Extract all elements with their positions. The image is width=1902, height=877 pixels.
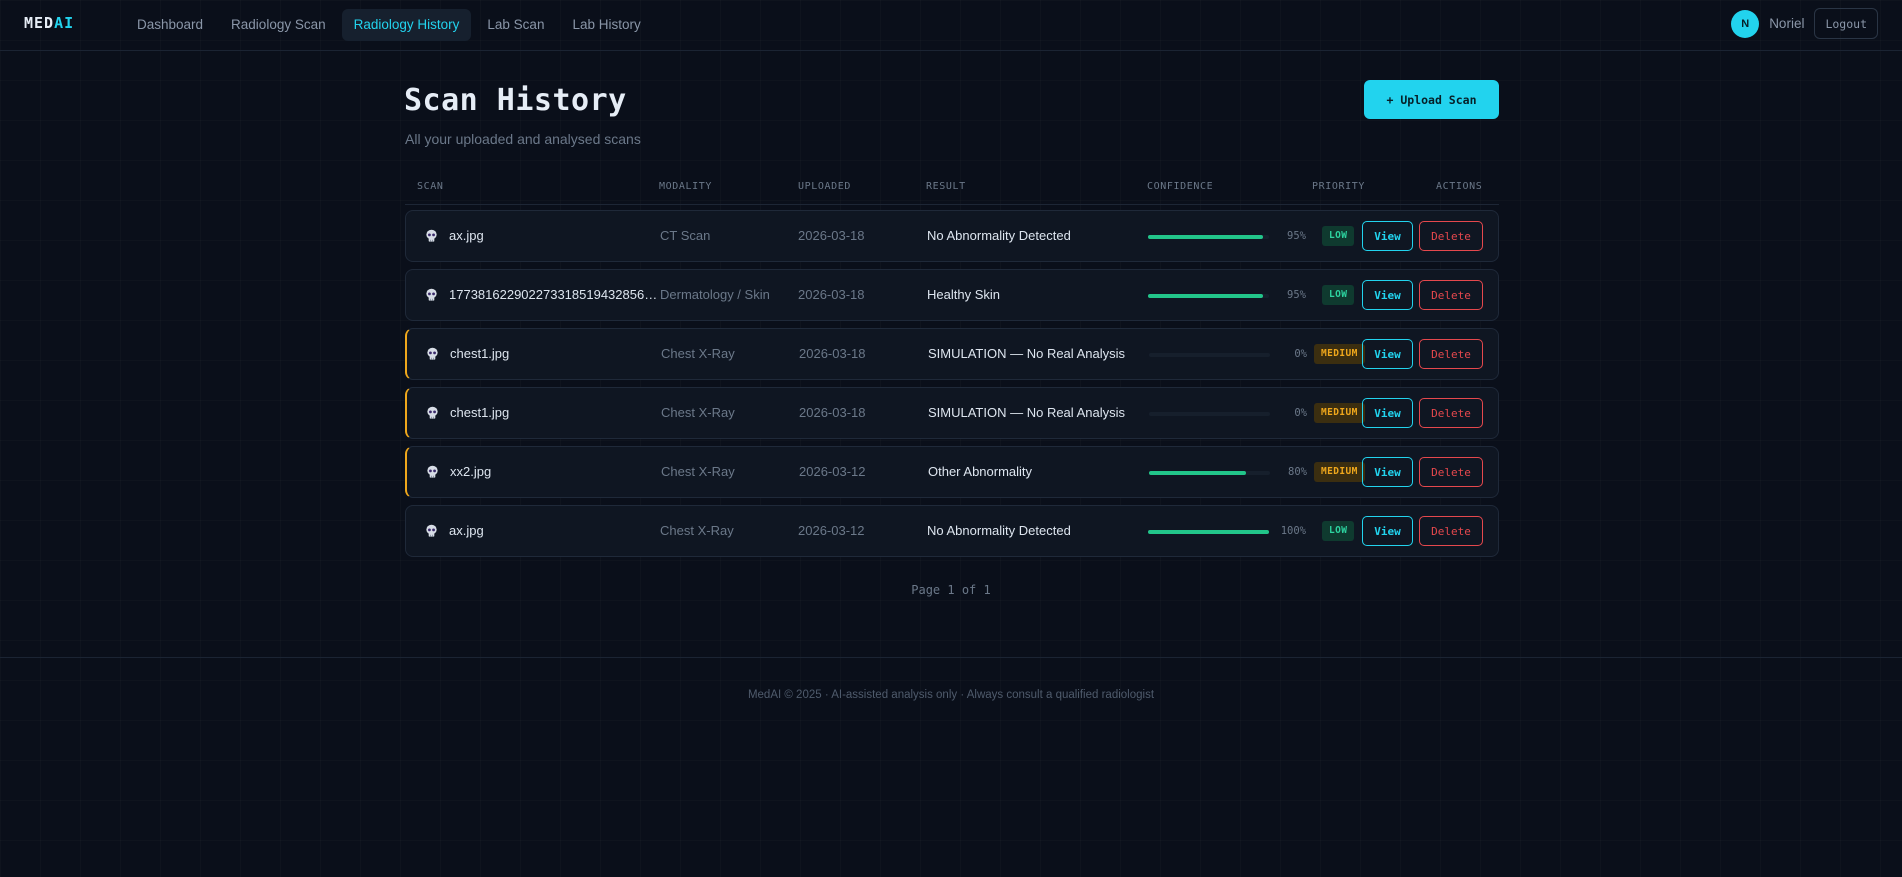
view-button[interactable]: View [1362, 221, 1413, 251]
confidence-value: 0% [1294, 348, 1307, 360]
confidence-bar [1148, 235, 1269, 239]
scan-name: ax.jpg [449, 228, 484, 243]
scan-result: SIMULATION — No Real Analysis [928, 346, 1125, 361]
priority-badge: MEDIUM [1314, 403, 1365, 423]
confidence-bar-fill [1148, 530, 1269, 534]
scan-modality: CT Scan [660, 228, 711, 243]
page-subtitle: All your uploaded and analysed scans [405, 131, 641, 147]
username: Noriel [1769, 16, 1805, 31]
view-button[interactable]: View [1362, 339, 1413, 369]
nav-radiology-scan[interactable]: Radiology Scan [219, 9, 338, 41]
confidence-bar-fill [1148, 235, 1263, 239]
pagination: Page 1 of 1 [911, 583, 991, 597]
delete-button[interactable]: Delete [1419, 398, 1483, 428]
scan-result: Healthy Skin [927, 287, 1000, 302]
top-nav: MEDAI Dashboard Radiology Scan Radiology… [0, 0, 1902, 51]
col-modality: MODALITY [659, 181, 712, 192]
scan-modality: Dermatology / Skin [660, 287, 770, 302]
skull-icon [427, 406, 438, 419]
table-row[interactable]: ax.jpg CT Scan 2026-03-18 No Abnormality… [405, 210, 1499, 262]
scan-uploaded-date: 2026-03-18 [798, 287, 865, 302]
col-uploaded: UPLOADED [798, 181, 851, 192]
confidence-value: 80% [1288, 466, 1307, 478]
logo[interactable]: MEDAI [24, 14, 74, 32]
scan-result: SIMULATION — No Real Analysis [928, 405, 1125, 420]
delete-button[interactable]: Delete [1419, 516, 1483, 546]
view-button[interactable]: View [1362, 516, 1413, 546]
delete-button[interactable]: Delete [1419, 280, 1483, 310]
confidence-value: 95% [1287, 230, 1306, 242]
table-row[interactable]: xx2.jpg Chest X-Ray 2026-03-12 Other Abn… [405, 446, 1499, 498]
table-row[interactable]: chest1.jpg Chest X-Ray 2026-03-18 SIMULA… [405, 387, 1499, 439]
scan-result: Other Abnormality [928, 464, 1033, 479]
confidence-bar [1149, 471, 1270, 475]
col-result: RESULT [926, 181, 966, 192]
scan-result: No Abnormality Detected [927, 523, 1071, 538]
confidence-bar [1149, 412, 1270, 416]
view-button[interactable]: View [1362, 398, 1413, 428]
nav-radiology-history[interactable]: Radiology History [341, 9, 472, 41]
skull-icon [426, 524, 437, 537]
nav-lab-scan[interactable]: Lab Scan [475, 9, 556, 41]
skull-icon [426, 229, 437, 242]
avatar[interactable]: N [1731, 9, 1760, 38]
upload-scan-button[interactable]: + Upload Scan [1364, 80, 1499, 119]
view-button[interactable]: View [1362, 457, 1413, 487]
scan-uploaded-date: 2026-03-18 [798, 228, 865, 243]
scan-uploaded-date: 2026-03-12 [798, 523, 865, 538]
scan-modality: Chest X-Ray [660, 523, 734, 538]
skull-icon [426, 288, 437, 301]
table-row[interactable]: 1773816229022733185194328563098.jpg Derm… [405, 269, 1499, 321]
col-scan: SCAN [417, 181, 444, 192]
scan-name: xx2.jpg [450, 464, 492, 479]
confidence-value: 95% [1287, 289, 1306, 301]
priority-badge: LOW [1322, 285, 1355, 305]
priority-badge: MEDIUM [1314, 344, 1365, 364]
scan-name: ax.jpg [449, 523, 484, 538]
scan-name: chest1.jpg [450, 346, 510, 361]
delete-button[interactable]: Delete [1419, 457, 1483, 487]
delete-button[interactable]: Delete [1419, 221, 1483, 251]
skull-icon [427, 465, 438, 478]
confidence-bar [1148, 294, 1269, 298]
col-actions: ACTIONS [1436, 181, 1483, 192]
priority-badge: LOW [1322, 521, 1355, 541]
table-header: SCAN MODALITY UPLOADED RESULT CONFIDENCE… [405, 177, 1499, 205]
confidence-bar-fill [1149, 471, 1246, 475]
confidence-bar [1149, 353, 1270, 357]
scan-name: chest1.jpg [450, 405, 510, 420]
scan-result: No Abnormality Detected [927, 228, 1071, 243]
table-row[interactable]: chest1.jpg Chest X-Ray 2026-03-18 SIMULA… [405, 328, 1499, 380]
confidence-value: 100% [1280, 525, 1306, 537]
view-button[interactable]: View [1362, 280, 1413, 310]
priority-badge: MEDIUM [1314, 462, 1365, 482]
page-title: Scan History [404, 83, 627, 118]
user-menu: N Noriel Logout [1731, 8, 1878, 39]
logout-button[interactable]: Logout [1814, 8, 1878, 39]
col-confidence: CONFIDENCE [1147, 181, 1214, 192]
priority-badge: LOW [1322, 226, 1355, 246]
logo-prefix: MED [24, 14, 55, 32]
scan-name: 1773816229022733185194328563098.jpg [449, 287, 659, 302]
scan-uploaded-date: 2026-03-12 [799, 464, 866, 479]
nav-dashboard[interactable]: Dashboard [125, 9, 215, 41]
footer-divider [0, 657, 1902, 658]
scan-modality: Chest X-Ray [661, 464, 735, 479]
nav-links: Dashboard Radiology Scan Radiology Histo… [125, 9, 653, 41]
confidence-bar-fill [1148, 294, 1263, 298]
confidence-value: 0% [1294, 407, 1307, 419]
skull-icon [427, 347, 438, 360]
scan-table: ax.jpg CT Scan 2026-03-18 No Abnormality… [405, 210, 1499, 564]
col-priority: PRIORITY [1312, 181, 1365, 192]
footer: MedAI © 2025 · AI-assisted analysis only… [747, 689, 1155, 701]
nav-lab-history[interactable]: Lab History [560, 9, 652, 41]
delete-button[interactable]: Delete [1419, 339, 1483, 369]
scan-modality: Chest X-Ray [661, 346, 735, 361]
scan-uploaded-date: 2026-03-18 [799, 346, 866, 361]
logo-suffix: AI [54, 14, 75, 32]
scan-uploaded-date: 2026-03-18 [799, 405, 866, 420]
scan-modality: Chest X-Ray [661, 405, 735, 420]
table-row[interactable]: ax.jpg Chest X-Ray 2026-03-12 No Abnorma… [405, 505, 1499, 557]
confidence-bar [1148, 530, 1269, 534]
